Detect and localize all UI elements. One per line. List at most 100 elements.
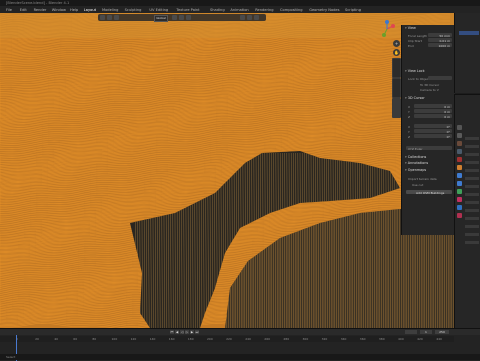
timeline-ruler[interactable]: 0204060801001201401601802002202402602803… <box>0 336 454 342</box>
section-view-lock[interactable]: View Lock <box>405 69 425 74</box>
jump-end-icon[interactable]: ⏭ <box>195 330 199 334</box>
property-row[interactable] <box>465 169 479 172</box>
select-box-icon[interactable] <box>100 15 105 20</box>
menu-item-help[interactable]: Help <box>70 8 78 12</box>
outliner-row[interactable] <box>459 26 479 30</box>
pan-hand-icon[interactable]: ✋ <box>393 49 400 56</box>
timeline-tick: 340 <box>340 337 347 341</box>
property-row[interactable] <box>465 161 479 164</box>
view-menu-icon[interactable] <box>114 15 119 20</box>
status-bar: Select <box>0 354 480 360</box>
property-row[interactable] <box>465 225 479 228</box>
object-mode-icon[interactable] <box>107 15 112 20</box>
timeline-tick: 140 <box>149 337 156 341</box>
timeline-tick: 180 <box>187 337 194 341</box>
menu-item-edit[interactable]: Edit <box>20 8 27 12</box>
tab-item[interactable] <box>392 58 401 78</box>
property-row[interactable] <box>465 177 479 180</box>
play-icon[interactable]: ▷ <box>185 330 189 334</box>
3d-viewport[interactable] <box>0 13 454 328</box>
property-row[interactable] <box>465 185 479 188</box>
menu-item-rendering[interactable]: Rendering <box>255 8 273 12</box>
pivot-icon[interactable] <box>172 15 177 20</box>
camera-to-view-checkbox[interactable]: Camera to V <box>420 88 439 92</box>
tab-view[interactable] <box>392 98 401 118</box>
data-tab-icon[interactable] <box>457 205 462 210</box>
outliner-row[interactable] <box>459 21 479 25</box>
start-frame-field[interactable]: 1 <box>420 330 432 334</box>
section-openmaps[interactable]: Openmaps <box>405 168 426 173</box>
property-row[interactable] <box>465 233 479 236</box>
section-collections[interactable]: Collections <box>405 155 427 160</box>
filter-icon[interactable] <box>254 15 259 20</box>
timeline-tick: 220 <box>226 337 232 341</box>
status-text: Select <box>6 355 16 359</box>
clip-start-value: 0.01 m <box>439 38 450 43</box>
particles-tab-icon[interactable] <box>457 181 462 186</box>
outliner-row-selected[interactable] <box>459 31 479 35</box>
lock-object-field[interactable] <box>428 76 452 80</box>
modifier-tab-icon[interactable] <box>457 173 462 178</box>
tab-tool[interactable] <box>392 78 401 98</box>
menu-item-sculpting[interactable]: Sculpting <box>125 8 142 12</box>
property-row[interactable] <box>465 217 479 220</box>
current-frame-field[interactable] <box>405 330 417 334</box>
snap-icon[interactable] <box>179 15 184 20</box>
use-cut-checkbox[interactable]: Use cut <box>412 183 423 187</box>
prev-key-icon[interactable]: ◀ <box>175 330 179 334</box>
property-row[interactable] <box>465 137 479 140</box>
object-tab-icon[interactable] <box>457 165 462 170</box>
jump-start-icon[interactable]: ⏮ <box>170 330 174 334</box>
property-row[interactable] <box>465 193 479 196</box>
timeline-tick: 360 <box>359 337 366 341</box>
render-tab-icon[interactable] <box>457 133 462 138</box>
terrain-wireframe <box>0 13 454 328</box>
menu-item-scripting[interactable]: Scripting <box>345 8 361 12</box>
timeline-tick: 280 <box>283 337 290 341</box>
property-row[interactable] <box>465 209 479 212</box>
timeline-tick: 440 <box>436 337 442 341</box>
zoom-icon[interactable]: + <box>393 40 400 47</box>
section-annotations[interactable]: Annotations <box>405 161 428 166</box>
menu-item-layout[interactable]: Layout <box>84 8 96 12</box>
transform-orientation-select[interactable]: Global <box>154 15 168 22</box>
proportional-edit-icon[interactable] <box>186 15 191 20</box>
property-row[interactable] <box>465 153 479 156</box>
property-row[interactable] <box>465 241 479 244</box>
property-row[interactable] <box>465 145 479 148</box>
menu-item-geometry-nodes[interactable]: Geometry Nodes <box>309 8 339 12</box>
cursor-y-label: Y <box>408 110 410 114</box>
menu-item-animation[interactable]: Animation <box>230 8 248 12</box>
menu-item-compositing[interactable]: Compositing <box>280 8 303 12</box>
section-view[interactable]: View <box>405 26 416 31</box>
material-tab-icon[interactable] <box>457 213 462 218</box>
timeline-tick: 240 <box>245 337 251 341</box>
menu-item-texture-paint[interactable]: Texture Paint <box>176 8 199 12</box>
timeline-tick: 40 <box>54 337 59 341</box>
constraints-tab-icon[interactable] <box>457 197 462 202</box>
menu-item-file[interactable]: File <box>6 8 12 12</box>
menu-item-uv-editing[interactable]: UV Editing <box>149 8 168 12</box>
world-tab-icon[interactable] <box>457 157 462 162</box>
menu-item-render[interactable]: Render <box>34 8 47 12</box>
property-row[interactable] <box>465 201 479 204</box>
section-3d-cursor[interactable]: 3D Cursor <box>405 96 425 101</box>
navigation-gizmo-icon[interactable] <box>378 20 396 38</box>
next-key-icon[interactable]: ▶ <box>190 330 194 334</box>
physics-tab-icon[interactable] <box>457 189 462 194</box>
outliner-row[interactable] <box>459 16 479 20</box>
play-reverse-icon[interactable]: ◁ <box>180 330 184 334</box>
lock-cursor-checkbox[interactable]: To 3D Cursor <box>420 83 439 87</box>
tool-tab-icon[interactable] <box>457 125 462 130</box>
shading-wireframe-icon[interactable] <box>247 15 252 20</box>
outliner-row[interactable] <box>459 36 479 40</box>
output-tab-icon[interactable] <box>457 141 462 146</box>
scene-tab-icon[interactable] <box>457 149 462 154</box>
menu-item-shading[interactable]: Shading <box>210 8 225 12</box>
timeline-tick: 420 <box>417 337 423 341</box>
timeline-tick: 320 <box>321 337 328 341</box>
overlay-icon[interactable] <box>240 15 245 20</box>
end-frame-field[interactable]: 250 <box>435 330 449 334</box>
menu-item-modeling[interactable]: Modeling <box>102 8 118 12</box>
menu-item-window[interactable]: Window <box>52 8 66 12</box>
